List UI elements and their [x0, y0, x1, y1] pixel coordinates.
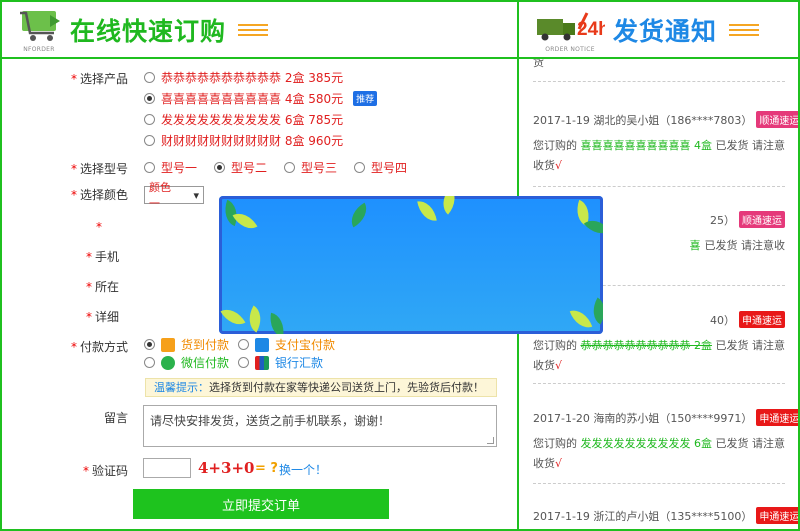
- cod-icon: [161, 337, 175, 352]
- order-title: 在线快速订购: [70, 16, 227, 46]
- model-option[interactable]: 型号二: [214, 159, 267, 176]
- leaf-decoration: [345, 202, 373, 228]
- model-radio[interactable]: [284, 162, 295, 173]
- phone-label: * 手机: [85, 250, 119, 264]
- product-radio[interactable]: [144, 93, 155, 104]
- captcha-label: * 验证码: [82, 464, 128, 478]
- payment-tip: 温馨提示：选择货到付款在家等快递公司送货上门，先验货后付款！: [145, 378, 497, 397]
- resize-handle[interactable]: [487, 437, 494, 444]
- model-radio[interactable]: [144, 162, 155, 173]
- notice-item: 2017-1-20 海南的苏小姐（150****9971） 申通速运 您订购的 发…: [533, 409, 798, 474]
- shopping-cart-icon: NFORDER: [16, 7, 62, 53]
- model-label: * 选择型号: [70, 162, 128, 176]
- payment-option-bank[interactable]: 银行汇款: [238, 354, 323, 371]
- captcha-question: = ?: [255, 461, 278, 476]
- divider: [533, 186, 785, 187]
- notice-header: 24h ORDER NOTICE 发货通知: [519, 2, 798, 57]
- delivery-truck-icon: 24h ORDER NOTICE: [535, 7, 610, 53]
- captcha-expression: 4+3+0: [198, 459, 255, 477]
- product-radio[interactable]: [144, 135, 155, 146]
- leaf-decoration: [417, 198, 437, 224]
- divider: [533, 483, 785, 484]
- product-label: * 选择产品: [70, 72, 128, 86]
- courier-badge: 顺通速运: [739, 211, 785, 228]
- alipay-icon: [255, 337, 269, 352]
- model-option[interactable]: 型号三: [284, 159, 337, 176]
- notice-title: 发货通知: [613, 16, 718, 46]
- courier-badge: 申通速运: [756, 409, 798, 426]
- unionpay-icon: [255, 355, 269, 370]
- wechat-icon: [161, 355, 175, 370]
- model-radio[interactable]: [354, 162, 365, 173]
- product-option[interactable]: 发发发发发发发发发发 6盒 785元: [144, 111, 343, 128]
- 24h-badge: 24h: [577, 19, 605, 40]
- message-textarea[interactable]: 请尽快安排发货，送货之前手机联系，谢谢！: [143, 405, 497, 447]
- title-decoration: [729, 23, 760, 36]
- model-option[interactable]: 型号一: [144, 159, 197, 176]
- product-radio[interactable]: [144, 114, 155, 125]
- dropdown-arrow-icon: ▾: [193, 188, 199, 202]
- color-label: * 选择颜色: [70, 188, 128, 202]
- address-label: * 详细: [85, 310, 119, 324]
- payment-radio[interactable]: [144, 357, 155, 368]
- notice-icon-caption: ORDER NOTICE: [545, 45, 595, 53]
- notice-fragment: 货: [533, 59, 544, 69]
- payment-radio[interactable]: [144, 339, 155, 350]
- courier-badge: 申通速运: [739, 311, 785, 328]
- popup-banner[interactable]: [219, 196, 603, 334]
- submit-order-button[interactable]: 立即提交订单: [133, 489, 389, 519]
- notice-item: 2017-1-19 浙江的卢小姐（135****5100） 申通速运: [533, 507, 798, 524]
- leaf-decoration: [435, 196, 463, 215]
- message-label: 留言: [103, 411, 128, 425]
- product-option[interactable]: 财财财财财财财财财财 8盒 960元: [144, 132, 343, 149]
- divider: [533, 81, 785, 82]
- courier-badge: 顺通速运: [756, 111, 798, 128]
- captcha-refresh-link[interactable]: 换一个！: [279, 461, 327, 478]
- courier-badge: 申通速运: [756, 507, 798, 524]
- product-radio[interactable]: [144, 72, 155, 83]
- captcha-input[interactable]: [143, 458, 191, 478]
- color-select[interactable]: 颜色一 ▾: [144, 181, 204, 210]
- payment-radio[interactable]: [238, 357, 249, 368]
- region-label: * 所在: [85, 280, 119, 294]
- leaf-decoration: [569, 305, 593, 333]
- model-option[interactable]: 型号四: [354, 159, 407, 176]
- leaf-decoration: [267, 312, 287, 334]
- leaf-decoration: [220, 303, 246, 331]
- payment-radio[interactable]: [238, 339, 249, 350]
- required-marker: *: [96, 220, 102, 234]
- order-icon-caption: NFORDER: [23, 45, 55, 53]
- recommend-badge: 推荐: [353, 91, 378, 106]
- notice-item: 2017-1-19 湖北的吴小姐（186****7803） 顺通速运 您订购的 喜…: [533, 111, 798, 176]
- payment-option-wechat[interactable]: 微信付款: [144, 354, 229, 371]
- product-option[interactable]: 喜喜喜喜喜喜喜喜喜喜 4盒 580元 推荐: [144, 90, 378, 107]
- divider: [533, 383, 785, 384]
- title-decoration: [238, 23, 269, 36]
- order-header: NFORDER 在线快速订购: [2, 2, 517, 57]
- payment-option-cod[interactable]: 货到付款: [144, 336, 229, 353]
- payment-option-alipay[interactable]: 支付宝付款: [238, 336, 335, 353]
- payment-label: * 付款方式: [70, 340, 128, 354]
- leaf-decoration: [242, 305, 268, 333]
- product-option[interactable]: 恭恭恭恭恭恭恭恭恭恭 2盒 385元: [144, 69, 343, 86]
- model-radio[interactable]: [214, 162, 225, 173]
